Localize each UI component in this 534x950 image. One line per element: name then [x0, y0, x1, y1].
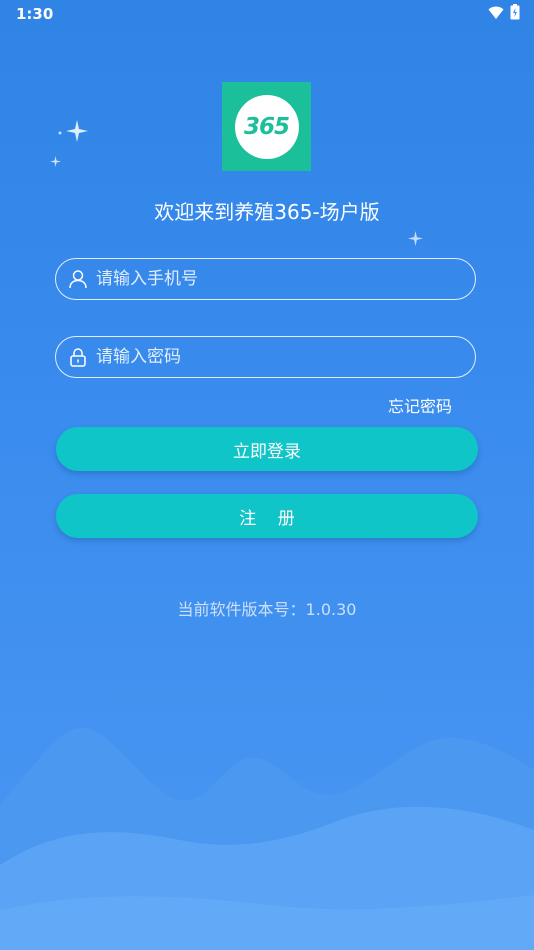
user-icon: [68, 269, 88, 289]
login-button[interactable]: 立即登录: [56, 427, 478, 471]
password-field[interactable]: [55, 336, 476, 378]
login-screen: 1:30 365 欢迎来到养殖365-场户版 请输入手机号 忘记密码 立即登录 …: [0, 0, 534, 950]
decorative-waves: [0, 727, 534, 950]
status-icons: [488, 4, 520, 24]
forgot-password-link[interactable]: 忘记密码: [388, 393, 452, 417]
app-logo: 365: [222, 82, 311, 171]
sparkle-dot-icon: [58, 131, 62, 135]
version-text: 当前软件版本号：1.0.30: [177, 600, 357, 619]
sparkle-icon: [66, 120, 88, 142]
sparkle-icon: [50, 156, 61, 167]
password-input[interactable]: [94, 346, 458, 368]
logo-text: 365: [243, 113, 290, 140]
wifi-icon: [488, 5, 504, 24]
register-button[interactable]: 注 册: [56, 494, 478, 538]
welcome-title: 欢迎来到养殖365-场户版: [154, 200, 380, 224]
status-bar: 1:30: [0, 0, 534, 28]
status-time: 1:30: [16, 5, 54, 23]
sparkle-icon: [408, 231, 423, 246]
phone-input[interactable]: [94, 268, 458, 290]
phone-field[interactable]: [55, 258, 476, 300]
battery-icon: [510, 4, 520, 24]
logo-circle: 365: [234, 94, 299, 159]
lock-icon: [68, 347, 88, 367]
